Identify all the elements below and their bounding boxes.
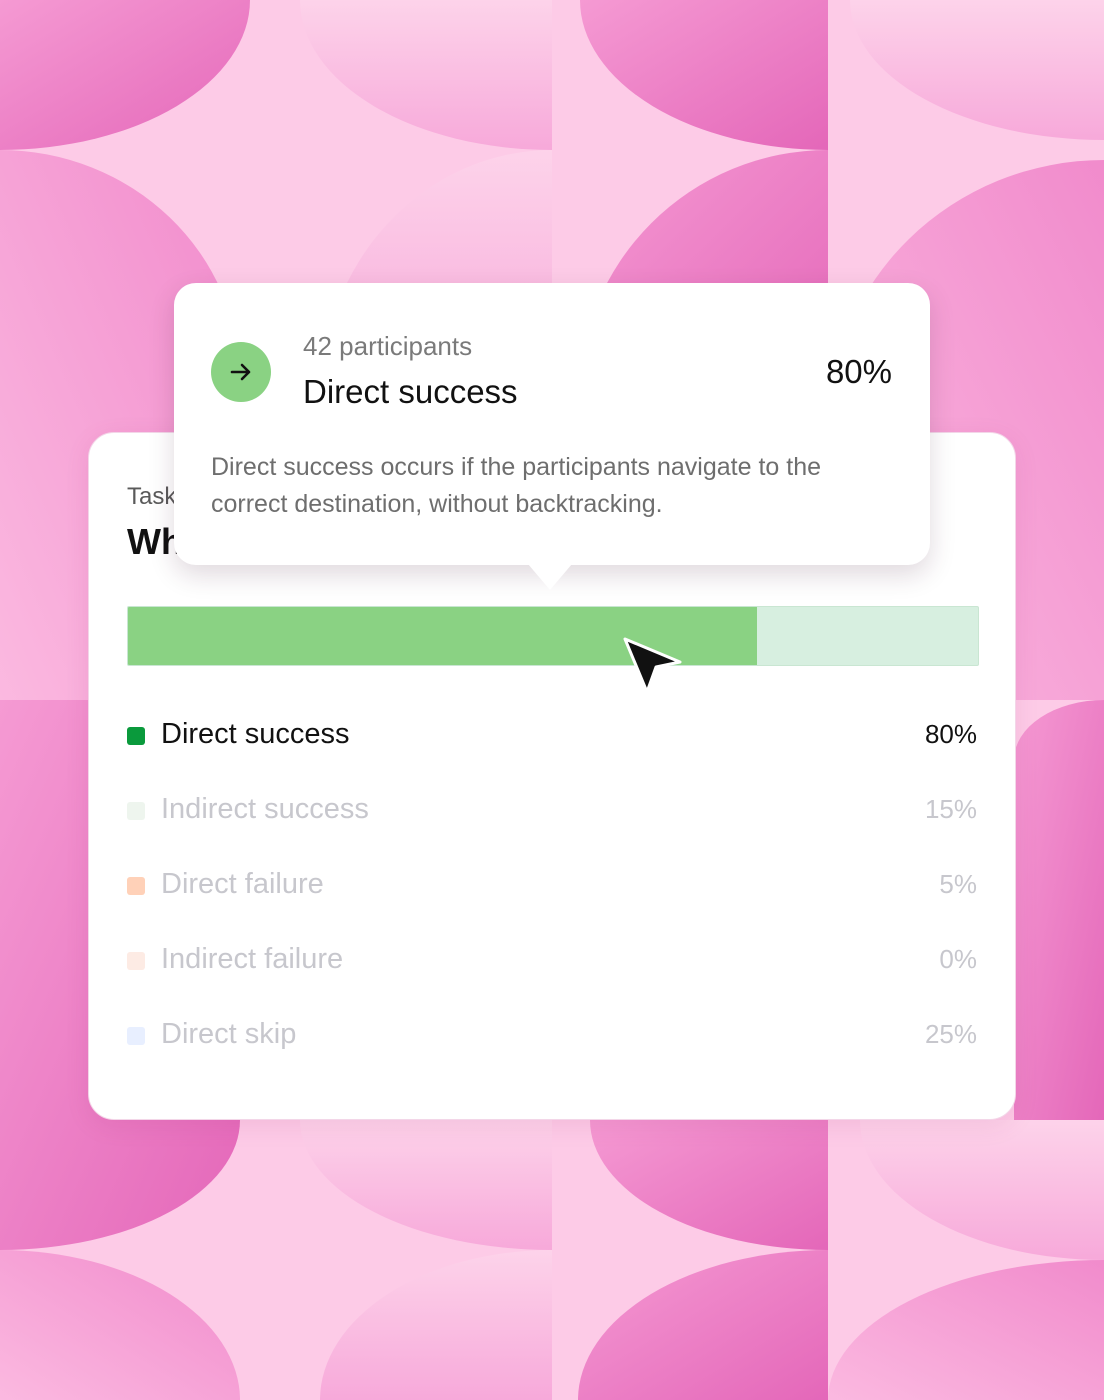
- participant-count: 42 participants: [303, 331, 473, 361]
- legend-value: 0%: [939, 944, 977, 974]
- legend-row-direct-failure[interactable]: Direct failure 5%: [127, 866, 977, 906]
- legend-label: Direct success: [161, 718, 350, 750]
- legend-label: Direct skip: [161, 1018, 297, 1050]
- legend-row-indirect-success[interactable]: Indirect success 15%: [127, 791, 977, 831]
- legend-row-direct-skip[interactable]: Direct skip 25%: [127, 1016, 977, 1056]
- legend-value: 15%: [924, 794, 977, 824]
- results-progress-bar[interactable]: [127, 606, 979, 666]
- task-label: Task: [127, 483, 177, 510]
- tooltip-title: Direct success: [303, 373, 518, 410]
- legend-row-indirect-failure[interactable]: Indirect failure 0%: [127, 941, 977, 981]
- legend-label: Direct failure: [161, 868, 324, 900]
- legend-swatch: [127, 727, 145, 745]
- direct-success-tooltip: 42 participants Direct success 80% Direc…: [174, 283, 930, 590]
- legend-row-direct-success[interactable]: Direct success 80%: [127, 716, 977, 756]
- tooltip-caret: [528, 564, 572, 590]
- legend-swatch: [127, 802, 145, 820]
- legend-value: 25%: [924, 1019, 977, 1049]
- legend-label: Indirect success: [161, 793, 369, 825]
- mouse-pointer-icon: [623, 637, 682, 694]
- legend-swatch: [127, 952, 145, 970]
- legend-swatch: [127, 877, 145, 895]
- tooltip-percentage: 80%: [825, 353, 892, 390]
- arrow-right-icon: [211, 342, 271, 402]
- tooltip-description: Direct success occurs if the participant…: [211, 453, 822, 518]
- legend-value: 5%: [939, 869, 977, 899]
- legend-label: Indirect failure: [161, 943, 344, 975]
- legend-value: 80%: [924, 719, 977, 749]
- legend-swatch: [127, 1027, 145, 1045]
